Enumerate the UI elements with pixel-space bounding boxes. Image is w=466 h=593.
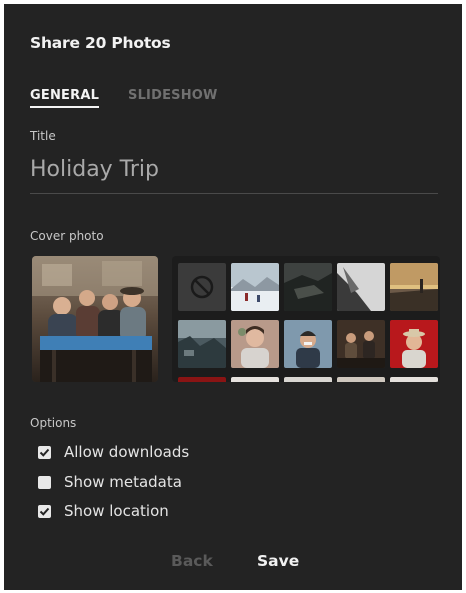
- photo-thumbnail[interactable]: [284, 320, 332, 368]
- title-field-label: Title: [30, 129, 56, 143]
- photo-thumbnail[interactable]: [390, 320, 438, 368]
- dialog-title: Share 20 Photos: [30, 34, 171, 52]
- tab-slideshow[interactable]: SLIDESHOW: [128, 88, 218, 103]
- cover-photo-preview: [32, 256, 158, 382]
- show-location-option[interactable]: Show location: [38, 501, 169, 521]
- show-metadata-checkbox[interactable]: [38, 475, 51, 489]
- options-label: Options: [30, 416, 77, 430]
- photo-thumbnail[interactable]: [284, 263, 332, 311]
- share-dialog: Share 20 Photos GENERAL SLIDESHOW Title …: [4, 4, 462, 590]
- no-cover-option[interactable]: [178, 263, 226, 311]
- title-input[interactable]: [30, 154, 438, 194]
- show-metadata-label: Show metadata: [64, 473, 182, 491]
- show-location-checkbox[interactable]: [38, 504, 51, 518]
- allow-downloads-option[interactable]: Allow downloads: [38, 442, 189, 462]
- photo-thumbnail[interactable]: [178, 320, 226, 368]
- no-cover-icon: [190, 275, 214, 299]
- cover-photo-image: [32, 256, 158, 382]
- checkmark-icon: [39, 448, 50, 457]
- photo-thumbnail[interactable]: [337, 320, 385, 368]
- photo-thumbnail[interactable]: [390, 377, 438, 382]
- photo-thumbnail[interactable]: [231, 320, 279, 368]
- photo-thumbnail[interactable]: [284, 377, 332, 382]
- allow-downloads-checkbox[interactable]: [38, 445, 51, 459]
- show-metadata-option[interactable]: Show metadata: [38, 472, 182, 492]
- cover-photo-grid: [172, 256, 440, 382]
- allow-downloads-label: Allow downloads: [64, 443, 190, 461]
- tab-general[interactable]: GENERAL: [30, 88, 100, 108]
- photo-thumbnail[interactable]: [337, 377, 385, 382]
- back-button[interactable]: Back: [171, 552, 213, 570]
- checkmark-icon: [39, 507, 50, 516]
- save-button[interactable]: Save: [257, 552, 299, 570]
- cover-photo-label: Cover photo: [30, 229, 104, 243]
- photo-thumbnail[interactable]: [231, 263, 279, 311]
- show-location-label: Show location: [64, 502, 169, 520]
- photo-thumbnail[interactable]: [231, 377, 279, 382]
- photo-thumbnail[interactable]: [337, 263, 385, 311]
- photo-thumbnail[interactable]: [390, 263, 438, 311]
- photo-thumbnail[interactable]: [178, 377, 226, 382]
